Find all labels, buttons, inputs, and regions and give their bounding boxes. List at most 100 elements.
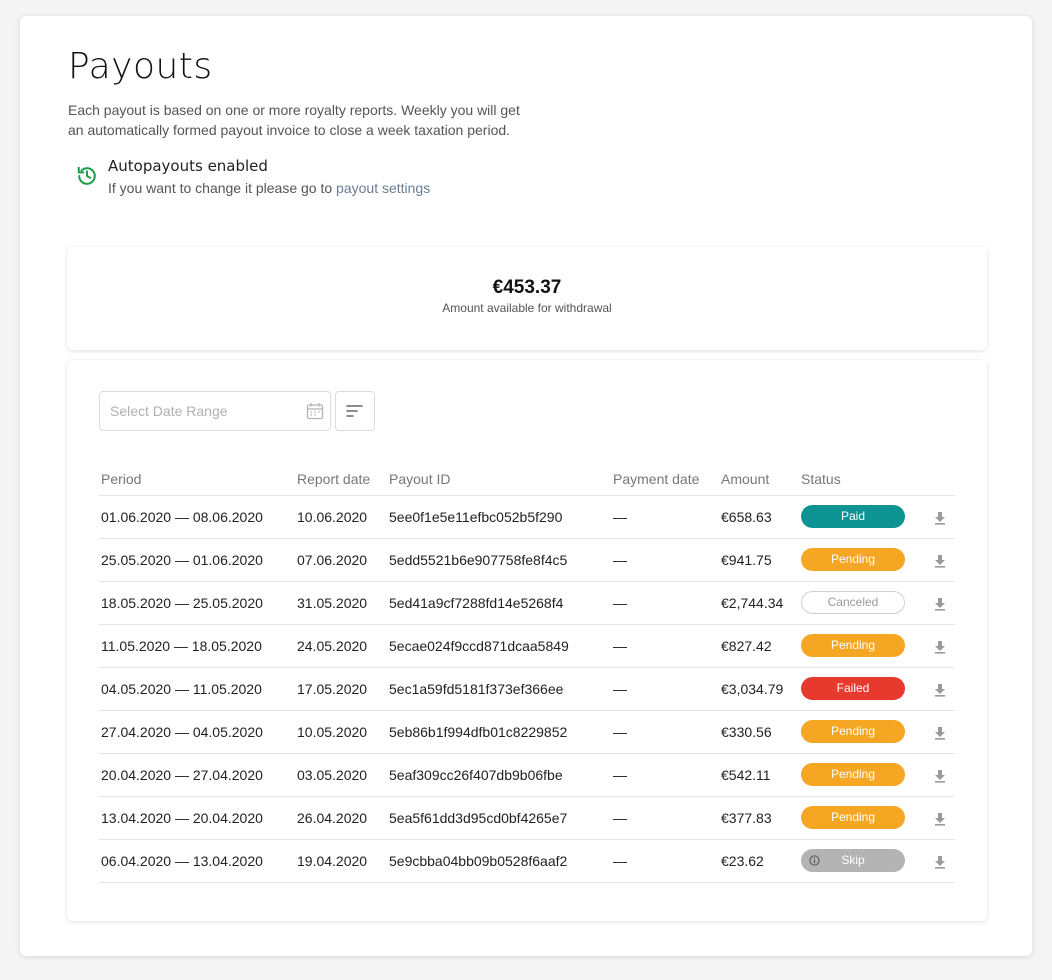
download-cell bbox=[917, 839, 955, 883]
download-icon[interactable] bbox=[933, 726, 947, 740]
status-cell: Paid bbox=[799, 495, 917, 539]
payout-settings-link[interactable]: payout settings bbox=[336, 180, 430, 196]
download-cell bbox=[917, 710, 955, 754]
status-badge: Failed bbox=[801, 677, 905, 700]
amount-cell: €941.75 bbox=[719, 538, 799, 582]
period-cell: 25.05.2020 — 01.06.2020 bbox=[99, 538, 295, 582]
payout-id-cell: 5e9cbba04bb09b0528f6aaf2 bbox=[387, 839, 611, 883]
report-date-cell: 10.05.2020 bbox=[295, 710, 387, 754]
download-icon[interactable] bbox=[933, 597, 947, 611]
payouts-table-card: Period Report date Payout ID Payment dat… bbox=[67, 360, 987, 921]
info-icon bbox=[809, 855, 820, 866]
report-date-cell: 31.05.2020 bbox=[295, 581, 387, 625]
payment-date-cell: — bbox=[611, 710, 719, 754]
period-cell: 20.04.2020 — 27.04.2020 bbox=[99, 753, 295, 797]
payment-date-cell: — bbox=[611, 796, 719, 840]
period-cell: 04.05.2020 — 11.05.2020 bbox=[99, 667, 295, 711]
autopayouts-subtitle-text: If you want to change it please go to bbox=[108, 180, 337, 196]
column-header-payout-id[interactable]: Payout ID bbox=[387, 467, 611, 496]
download-icon[interactable] bbox=[933, 640, 947, 654]
download-icon[interactable] bbox=[933, 683, 947, 697]
amount-cell: €827.42 bbox=[719, 624, 799, 668]
download-icon[interactable] bbox=[933, 511, 947, 525]
download-cell bbox=[917, 538, 955, 582]
download-icon[interactable] bbox=[933, 769, 947, 783]
amount-cell: €330.56 bbox=[719, 710, 799, 754]
report-date-cell: 17.05.2020 bbox=[295, 667, 387, 711]
report-date-cell: 26.04.2020 bbox=[295, 796, 387, 840]
autopayouts-title: Autopayouts enabled bbox=[108, 157, 268, 175]
download-icon[interactable] bbox=[933, 855, 947, 869]
balance-amount: €453.37 bbox=[492, 277, 562, 298]
status-badge: Skip bbox=[801, 849, 905, 872]
payout-id-cell: 5ed41a9cf7288fd14e5268f4 bbox=[387, 581, 611, 625]
table-row[interactable]: 01.06.2020 — 08.06.2020 10.06.2020 5ee0f1e… bbox=[99, 495, 955, 539]
report-date-cell: 07.06.2020 bbox=[295, 538, 387, 582]
status-label: Canceled bbox=[827, 595, 879, 609]
payout-id-cell: 5eb86b1f994dfb01c8229852 bbox=[387, 710, 611, 754]
period-cell: 13.04.2020 — 20.04.2020 bbox=[99, 796, 295, 840]
download-cell bbox=[917, 581, 955, 625]
period-cell: 06.04.2020 — 13.04.2020 bbox=[99, 839, 295, 883]
status-cell: Skip bbox=[799, 839, 917, 883]
status-label: Pending bbox=[830, 552, 876, 566]
table-row[interactable]: 20.04.2020 — 27.04.2020 03.05.2020 5eaf309… bbox=[99, 753, 955, 797]
amount-cell: €2,744.34 bbox=[719, 581, 799, 625]
payout-id-cell: 5ee0f1e5e11efbc052b5f290 bbox=[387, 495, 611, 539]
status-badge: Pending bbox=[801, 548, 905, 571]
table-header-row: Period Report date Payout ID Payment dat… bbox=[99, 467, 955, 496]
status-cell: Pending bbox=[799, 796, 917, 840]
status-label: Paid bbox=[840, 509, 866, 523]
payment-date-cell: — bbox=[611, 839, 719, 883]
payout-id-cell: 5ec1a59fd5181f373ef366ee bbox=[387, 667, 611, 711]
autopayouts-subtitle: If you want to change it please go to pa… bbox=[108, 180, 430, 196]
report-date-cell: 19.04.2020 bbox=[295, 839, 387, 883]
payouts-table: Period Report date Payout ID Payment dat… bbox=[99, 467, 955, 883]
download-icon[interactable] bbox=[933, 554, 947, 568]
status-cell: Failed bbox=[799, 667, 917, 711]
date-range-picker[interactable] bbox=[99, 391, 331, 431]
column-header-payment-date[interactable]: Payment date bbox=[611, 467, 719, 496]
payment-date-cell: — bbox=[611, 495, 719, 539]
status-badge: Paid bbox=[801, 505, 905, 528]
status-cell: Pending bbox=[799, 624, 917, 668]
table-row[interactable]: 25.05.2020 — 01.06.2020 07.06.2020 5edd552… bbox=[99, 538, 955, 582]
status-badge: Pending bbox=[801, 806, 905, 829]
payment-date-cell: — bbox=[611, 667, 719, 711]
amount-cell: €658.63 bbox=[719, 495, 799, 539]
column-header-status[interactable]: Status bbox=[799, 467, 917, 496]
period-cell: 27.04.2020 — 04.05.2020 bbox=[99, 710, 295, 754]
calendar-icon[interactable] bbox=[306, 402, 324, 420]
download-cell bbox=[917, 753, 955, 797]
column-header-report-date[interactable]: Report date bbox=[295, 467, 387, 496]
amount-cell: €542.11 bbox=[719, 753, 799, 797]
table-row[interactable]: 11.05.2020 — 18.05.2020 24.05.2020 5ecae02… bbox=[99, 624, 955, 668]
status-badge: Pending bbox=[801, 720, 905, 743]
column-header-period[interactable]: Period bbox=[99, 467, 295, 496]
report-date-cell: 10.06.2020 bbox=[295, 495, 387, 539]
period-cell: 11.05.2020 — 18.05.2020 bbox=[99, 624, 295, 668]
status-cell: Pending bbox=[799, 538, 917, 582]
amount-cell: €3,034.79 bbox=[719, 667, 799, 711]
status-label: Failed bbox=[836, 681, 870, 695]
history-icon bbox=[76, 165, 98, 187]
status-cell: Pending bbox=[799, 710, 917, 754]
period-cell: 18.05.2020 — 25.05.2020 bbox=[99, 581, 295, 625]
page-title: Payouts bbox=[68, 46, 213, 87]
download-icon[interactable] bbox=[933, 812, 947, 826]
payout-id-cell: 5edd5521b6e907758fe8f4c5 bbox=[387, 538, 611, 582]
status-badge: Canceled bbox=[801, 591, 905, 614]
table-row[interactable]: 06.04.2020 — 13.04.2020 19.04.2020 5e9cbba… bbox=[99, 839, 955, 883]
table-row[interactable]: 27.04.2020 — 04.05.2020 10.05.2020 5eb86b1… bbox=[99, 710, 955, 754]
date-range-input[interactable] bbox=[110, 401, 290, 421]
period-cell: 01.06.2020 — 08.06.2020 bbox=[99, 495, 295, 539]
sort-button[interactable] bbox=[335, 391, 375, 431]
status-label: Pending bbox=[830, 810, 876, 824]
table-row[interactable]: 13.04.2020 — 20.04.2020 26.04.2020 5ea5f61… bbox=[99, 796, 955, 840]
column-header-amount[interactable]: Amount bbox=[719, 467, 799, 496]
status-label: Skip bbox=[841, 853, 865, 867]
table-row[interactable]: 04.05.2020 — 11.05.2020 17.05.2020 5ec1a59… bbox=[99, 667, 955, 711]
amount-cell: €377.83 bbox=[719, 796, 799, 840]
payout-id-cell: 5ecae024f9ccd871dcaa5849 bbox=[387, 624, 611, 668]
table-row[interactable]: 18.05.2020 — 25.05.2020 31.05.2020 5ed41a9… bbox=[99, 581, 955, 625]
